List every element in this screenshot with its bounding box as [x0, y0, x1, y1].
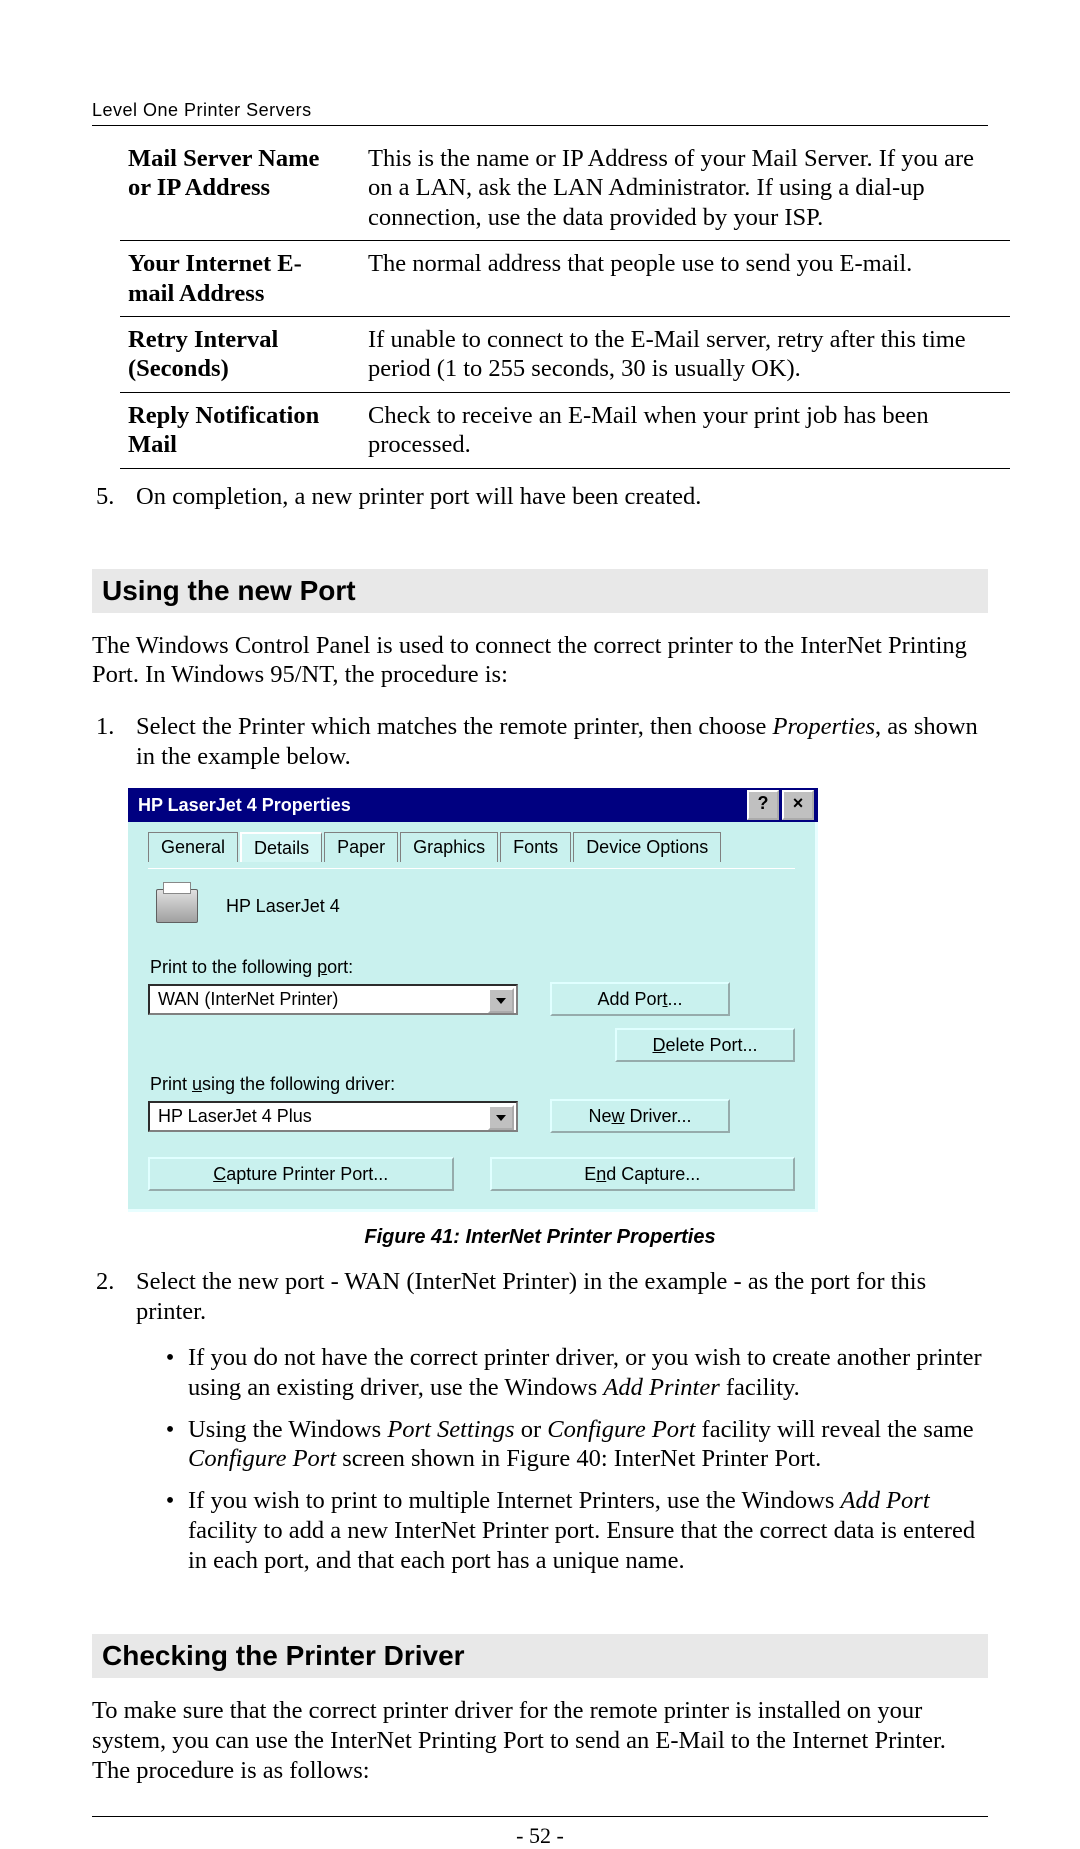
- bullet-item: • If you wish to print to multiple Inter…: [152, 1486, 988, 1576]
- printer-name-label: HP LaserJet 4: [226, 896, 340, 917]
- list-number: 2.: [92, 1267, 136, 1327]
- chevron-down-icon[interactable]: [488, 988, 514, 1013]
- list-number: 5.: [92, 483, 136, 511]
- page-number: - 52 -: [516, 1823, 564, 1848]
- close-icon[interactable]: ×: [782, 790, 814, 820]
- running-header: Level One Printer Servers: [92, 100, 988, 126]
- tab-strip: General Details Paper Graphics Fonts Dev…: [148, 832, 795, 862]
- section-heading-using-new-port: Using the new Port: [92, 569, 988, 613]
- titlebar: HP LaserJet 4 Properties ? ×: [128, 788, 818, 822]
- row-label: Mail Server Name or IP Address: [120, 136, 360, 241]
- dialog-title: HP LaserJet 4 Properties: [138, 788, 744, 822]
- step-5: 5. On completion, a new printer port wil…: [92, 483, 988, 511]
- tab-graphics[interactable]: Graphics: [400, 832, 498, 862]
- printer-icon: [156, 889, 198, 923]
- help-icon[interactable]: ?: [747, 790, 779, 820]
- row-desc: Check to receive an E-Mail when your pri…: [360, 392, 1010, 468]
- page-footer: - 52 -: [92, 1816, 988, 1849]
- row-label: Reply Notification Mail: [120, 392, 360, 468]
- bullet-item: • Using the Windows Port Settings or Con…: [152, 1415, 988, 1475]
- tab-device-options[interactable]: Device Options: [573, 832, 721, 862]
- row-desc: This is the name or IP Address of your M…: [360, 136, 1010, 241]
- figure-caption: Figure 41: InterNet Printer Properties: [92, 1226, 988, 1249]
- driver-combo-value: HP LaserJet 4 Plus: [158, 1106, 312, 1127]
- tab-panel-details: HP LaserJet 4 Print to the following por…: [148, 868, 795, 1191]
- step-2: 2. Select the new port - WAN (InterNet P…: [92, 1267, 988, 1327]
- tab-fonts[interactable]: Fonts: [500, 832, 571, 862]
- step-1: 1. Select the Printer which matches the …: [92, 712, 988, 772]
- section-intro: The Windows Control Panel is used to con…: [92, 631, 988, 691]
- row-desc: If unable to connect to the E-Mail serve…: [360, 316, 1010, 392]
- definitions-table: Mail Server Name or IP Address This is t…: [120, 136, 1010, 469]
- new-driver-button[interactable]: New Driver...: [550, 1099, 730, 1133]
- add-port-button[interactable]: Add Port...: [550, 982, 730, 1016]
- list-text: Select the Printer which matches the rem…: [136, 712, 988, 772]
- bullet-item: • If you do not have the correct printer…: [152, 1343, 988, 1403]
- tab-general[interactable]: General: [148, 832, 238, 862]
- driver-combo[interactable]: HP LaserJet 4 Plus: [148, 1101, 518, 1132]
- port-label: Print to the following port:: [150, 957, 795, 978]
- row-label: Retry Interval (Seconds): [120, 316, 360, 392]
- row-desc: The normal address that people use to se…: [360, 241, 1010, 317]
- row-label: Your Internet E-mail Address: [120, 241, 360, 317]
- properties-dialog: HP LaserJet 4 Properties ? × General Det…: [128, 788, 818, 1212]
- delete-port-button[interactable]: Delete Port...: [615, 1028, 795, 1062]
- chevron-down-icon[interactable]: [488, 1105, 514, 1130]
- bullet-icon: •: [152, 1343, 188, 1403]
- tab-paper[interactable]: Paper: [324, 832, 398, 862]
- tab-details[interactable]: Details: [240, 832, 322, 862]
- list-text: Select the new port - WAN (InterNet Prin…: [136, 1267, 988, 1327]
- port-combo-value: WAN (InterNet Printer): [158, 989, 338, 1010]
- section-heading-checking-driver: Checking the Printer Driver: [92, 1634, 988, 1678]
- list-text: On completion, a new printer port will h…: [136, 483, 988, 511]
- end-capture-button[interactable]: End Capture...: [490, 1157, 796, 1191]
- list-number: 1.: [92, 712, 136, 772]
- section2-para: To make sure that the correct printer dr…: [92, 1696, 988, 1786]
- capture-port-button[interactable]: Capture Printer Port...: [148, 1157, 454, 1191]
- bullet-icon: •: [152, 1415, 188, 1475]
- dialog-body: General Details Paper Graphics Fonts Dev…: [128, 822, 818, 1212]
- port-combo[interactable]: WAN (InterNet Printer): [148, 984, 518, 1015]
- driver-label: Print using the following driver:: [150, 1074, 795, 1095]
- bullet-icon: •: [152, 1486, 188, 1576]
